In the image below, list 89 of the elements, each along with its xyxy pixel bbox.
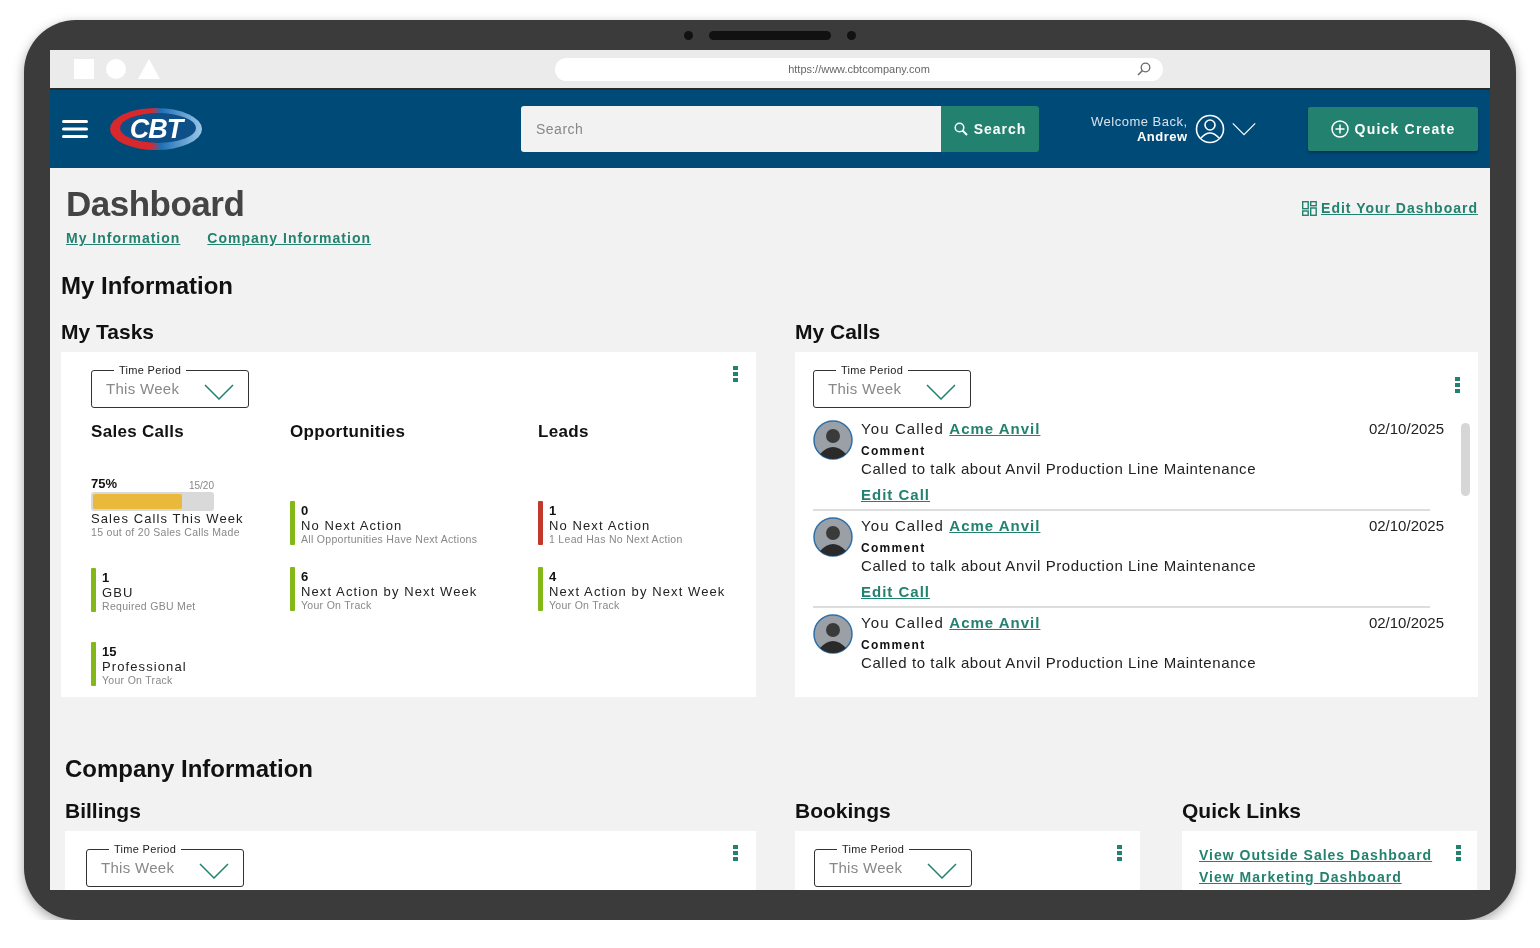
card-title: Billings	[65, 799, 142, 823]
metric-detail: Your On Track	[102, 674, 174, 686]
metric-value: 15	[102, 644, 118, 659]
comment-text: Called to talk about Anvil Production Line Maintenance	[861, 460, 1258, 477]
menu-icon[interactable]	[62, 120, 88, 138]
search-field[interactable]: Search	[521, 106, 941, 152]
avatar-icon	[813, 614, 853, 654]
edit-dashboard-link[interactable]: Edit Your Dashboard	[1302, 200, 1478, 216]
more-icon[interactable]	[1117, 845, 1122, 861]
quick-link[interactable]: View Outside Sales Dashboard	[1199, 847, 1460, 863]
search-button[interactable]: Search	[941, 106, 1039, 152]
avatar-icon	[813, 517, 853, 557]
sensor-icon	[847, 30, 856, 40]
section-title: My Information	[61, 272, 234, 300]
progress-percent: 75%	[91, 476, 118, 491]
metric-label: Next Action by Next Week	[301, 584, 478, 599]
logo[interactable]: CBT	[108, 106, 204, 152]
call-summary: You Called Acme Anvil	[861, 517, 1041, 534]
scrollbar[interactable]	[1461, 423, 1470, 496]
metric-label: GBU	[102, 585, 135, 600]
company-link[interactable]: Acme Anvil	[949, 517, 1041, 534]
chevron-down-icon	[927, 862, 957, 879]
avatar-icon	[813, 420, 853, 460]
metric-detail: Your On Track	[549, 599, 621, 611]
comment-text: Called to talk about Anvil Production Line Maintenance	[861, 654, 1258, 671]
quick-create-button[interactable]: Quick Create	[1308, 107, 1478, 151]
card-title: Quick Links	[1182, 799, 1303, 823]
metric-detail: All Opportunities Have Next Actions	[301, 533, 478, 545]
column-title: Leads	[538, 422, 590, 442]
metric-value: 1	[549, 503, 558, 518]
chevron-down-icon	[1231, 122, 1256, 136]
progress-detail: 15 out of 20 Sales Calls Made	[91, 526, 241, 538]
card-title: My Tasks	[61, 320, 155, 344]
section-link[interactable]: Company Information	[207, 230, 371, 246]
search-icon	[953, 122, 968, 136]
metric-detail: Your On Track	[301, 599, 373, 611]
metric-label: Next Action by Next Week	[549, 584, 726, 599]
progress-ratio: 15/20	[188, 480, 214, 491]
metric-value: 1	[102, 570, 111, 585]
column-title: Opportunities	[290, 422, 407, 442]
call-summary: You Called Acme Anvil	[861, 420, 1041, 437]
metric-label: No Next Action	[549, 518, 652, 533]
metric-value: 6	[301, 569, 310, 584]
search-icon	[1137, 62, 1151, 76]
time-period-select[interactable]: Time Period This Week	[814, 843, 972, 887]
call-summary: You Called Acme Anvil	[861, 614, 1041, 631]
chevron-down-icon	[926, 383, 956, 400]
metric-value: 0	[301, 503, 310, 518]
section-link[interactable]: My Information	[66, 230, 181, 246]
more-icon[interactable]	[733, 845, 738, 861]
user-icon[interactable]	[1194, 114, 1225, 144]
metric-value: 4	[549, 569, 558, 584]
edit-call-link[interactable]: Edit Call	[861, 583, 930, 600]
metric-label: No Next Action	[301, 518, 404, 533]
more-icon[interactable]	[733, 366, 738, 382]
column-title: Sales Calls	[91, 422, 186, 442]
speaker-icon	[709, 30, 831, 40]
chevron-down-icon	[204, 383, 234, 400]
call-date: 02/10/2025	[1368, 517, 1444, 534]
camera-icon	[684, 30, 693, 40]
section-title: Company Information	[65, 755, 314, 783]
time-period-select[interactable]: Time Period This Week	[91, 364, 249, 408]
call-date: 02/10/2025	[1368, 420, 1444, 437]
metric-detail: Required GBU Met	[102, 600, 196, 612]
time-period-select[interactable]: Time Period This Week	[86, 843, 244, 887]
dashboard-icon	[1302, 200, 1318, 216]
comment-label: Comment	[861, 638, 927, 652]
company-link[interactable]: Acme Anvil	[949, 614, 1041, 631]
metric-label: Professional	[102, 659, 187, 674]
edit-call-link[interactable]: Edit Call	[861, 486, 930, 503]
address-bar[interactable]: https://www.cbtcompany.com	[555, 57, 1163, 81]
metric-detail: 1 Lead Has No Next Action	[549, 533, 683, 545]
page-title: Dashboard	[66, 184, 246, 224]
time-period-select[interactable]: Time Period This Week	[813, 364, 971, 408]
company-link[interactable]: Acme Anvil	[949, 420, 1041, 437]
comment-label: Comment	[861, 541, 927, 555]
more-icon[interactable]	[1456, 845, 1461, 861]
chevron-down-icon	[199, 862, 229, 879]
welcome-text: Welcome Back,	[1091, 114, 1188, 129]
more-icon[interactable]	[1455, 377, 1460, 393]
plus-circle-icon	[1330, 120, 1349, 138]
quick-link[interactable]: View Marketing Dashboard	[1199, 869, 1460, 885]
call-date: 02/10/2025	[1368, 614, 1444, 631]
card-title: Bookings	[795, 799, 892, 823]
comment-text: Called to talk about Anvil Production Line Maintenance	[861, 557, 1258, 574]
progress-label: Sales Calls This Week	[91, 511, 245, 526]
comment-label: Comment	[861, 444, 927, 458]
user-name: Andrew	[1136, 129, 1188, 144]
card-title: My Calls	[795, 320, 882, 344]
